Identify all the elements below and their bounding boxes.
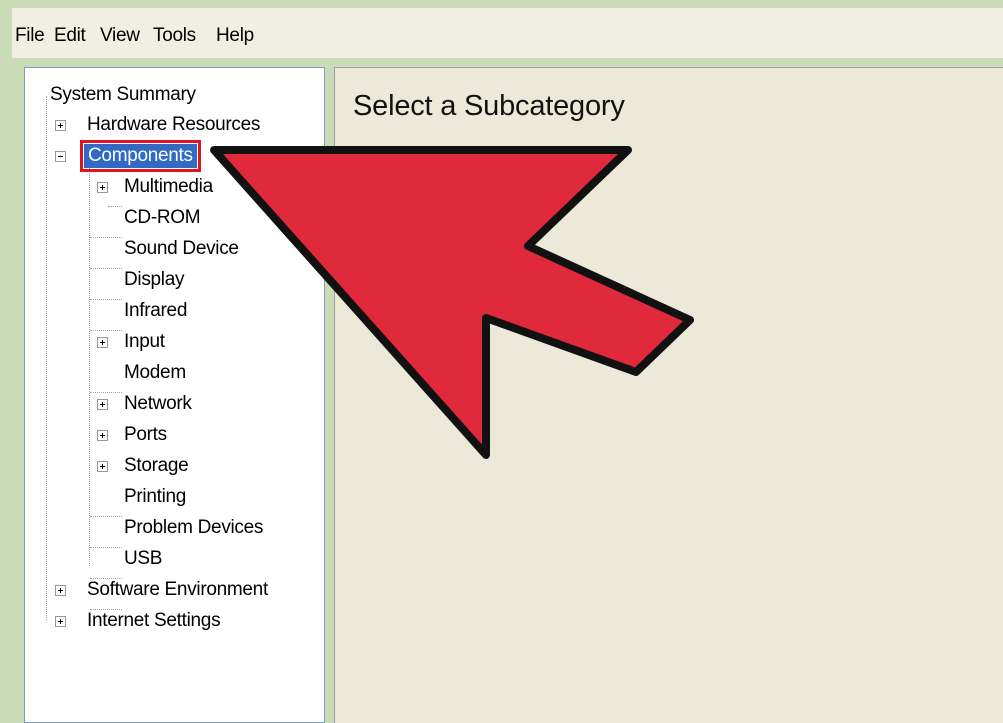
tree-item-components[interactable]: Components xyxy=(80,140,201,172)
tree-item-network[interactable]: Network xyxy=(124,393,192,415)
system-information-window: File Edit View Tools Help System Summary… xyxy=(12,8,1003,723)
tree-item-internet-settings[interactable]: Internet Settings xyxy=(87,610,221,632)
expand-plus-icon[interactable] xyxy=(97,430,108,441)
tree-connector xyxy=(108,206,122,208)
menu-file[interactable]: File xyxy=(15,25,45,47)
expand-plus-icon[interactable] xyxy=(97,461,108,472)
tree-connector xyxy=(90,516,122,518)
expand-plus-icon[interactable] xyxy=(97,337,108,348)
tree-item-cd-rom[interactable]: CD-ROM xyxy=(124,207,201,229)
tree-item-modem[interactable]: Modem xyxy=(124,362,186,384)
expand-plus-icon[interactable] xyxy=(55,585,66,596)
menu-view[interactable]: View xyxy=(100,25,140,47)
menu-help[interactable]: Help xyxy=(216,25,254,47)
menu-edit[interactable]: Edit xyxy=(54,25,86,47)
tree-item-usb[interactable]: USB xyxy=(124,548,162,570)
tree-connector xyxy=(90,299,122,301)
details-heading: Select a Subcategory xyxy=(353,90,625,122)
menu-tools[interactable]: Tools xyxy=(153,25,196,47)
tree-item-input[interactable]: Input xyxy=(124,331,165,353)
tree-item-ports[interactable]: Ports xyxy=(124,424,167,446)
collapse-minus-icon[interactable] xyxy=(55,151,66,162)
expand-plus-icon[interactable] xyxy=(97,399,108,410)
tree-connector xyxy=(89,168,91,566)
tree-item-infrared[interactable]: Infrared xyxy=(124,300,187,322)
expand-plus-icon[interactable] xyxy=(55,616,66,627)
tree-item-display[interactable]: Display xyxy=(124,269,185,291)
tree-connector xyxy=(90,268,122,270)
content-frame: System Summary Hardware Resources Compon… xyxy=(12,58,1003,723)
tree-item-multimedia[interactable]: Multimedia xyxy=(124,176,213,198)
tree-item-software-environment[interactable]: Software Environment xyxy=(87,579,268,601)
details-pane: Select a Subcategory xyxy=(334,67,1003,723)
tree-item-printing[interactable]: Printing xyxy=(124,486,186,508)
menu-bar: File Edit View Tools Help xyxy=(12,8,1003,58)
expand-plus-icon[interactable] xyxy=(55,120,66,131)
tree-connector xyxy=(90,237,122,239)
category-tree[interactable]: System Summary Hardware Resources Compon… xyxy=(24,67,325,723)
tree-connector xyxy=(90,330,122,332)
tree-item-hardware-resources[interactable]: Hardware Resources xyxy=(87,114,260,136)
tree-item-system-summary[interactable]: System Summary xyxy=(50,84,196,106)
tree-item-sound-device[interactable]: Sound Device xyxy=(124,238,239,260)
expand-plus-icon[interactable] xyxy=(97,182,108,193)
tree-connector xyxy=(90,392,122,394)
tree-connector xyxy=(90,547,122,549)
tree-item-problem-devices[interactable]: Problem Devices xyxy=(124,517,263,539)
tree-item-storage[interactable]: Storage xyxy=(124,455,189,477)
tree-connector xyxy=(46,96,48,620)
